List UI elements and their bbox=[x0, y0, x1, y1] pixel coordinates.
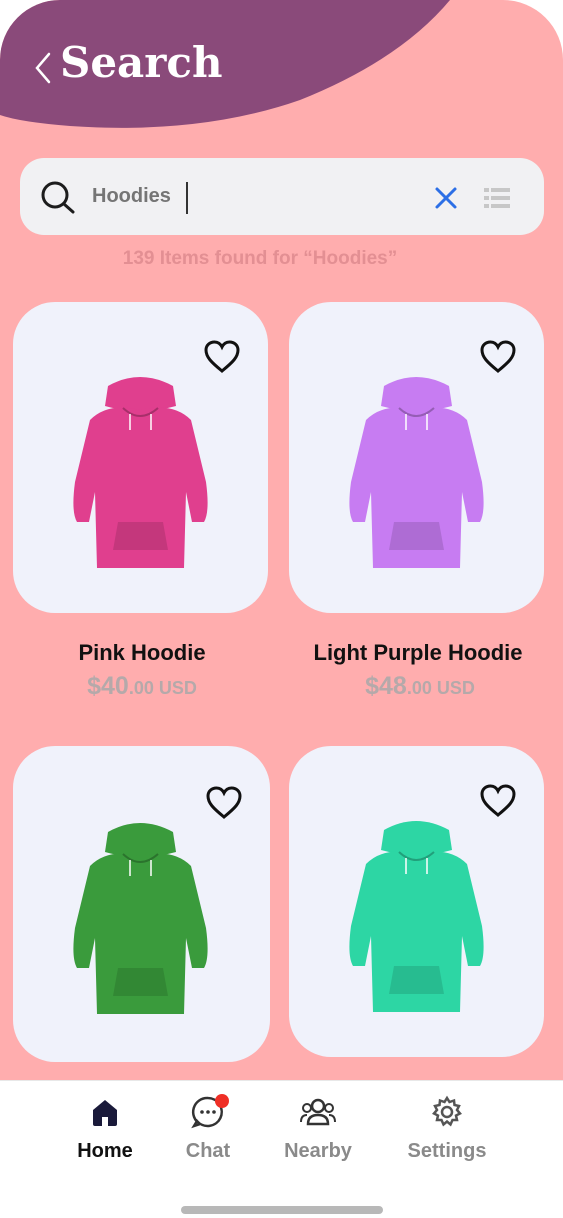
results-summary: 139 Items found for “Hoodies” bbox=[122, 248, 398, 269]
tab-home[interactable]: Home bbox=[55, 1094, 155, 1163]
product-price: $40.00 USD bbox=[87, 672, 197, 700]
product-card[interactable] bbox=[289, 746, 544, 1057]
heart-icon[interactable] bbox=[203, 340, 241, 374]
chevron-left-icon bbox=[35, 52, 51, 84]
product-card[interactable] bbox=[13, 746, 270, 1062]
tab-settings[interactable]: Settings bbox=[397, 1094, 497, 1163]
product-price: $48.00 USD bbox=[365, 672, 475, 700]
heart-icon[interactable] bbox=[205, 786, 243, 820]
product-image bbox=[73, 823, 208, 1014]
product-image bbox=[73, 377, 208, 568]
tab-label: Settings bbox=[407, 1140, 487, 1162]
tab-label: Nearby bbox=[284, 1140, 352, 1162]
back-button[interactable] bbox=[28, 48, 58, 88]
home-icon bbox=[93, 1100, 117, 1126]
gear-icon bbox=[432, 1095, 462, 1127]
notification-badge bbox=[215, 1094, 229, 1108]
heart-icon[interactable] bbox=[479, 784, 517, 818]
product-card[interactable] bbox=[13, 302, 268, 613]
tab-chat[interactable]: Chat bbox=[158, 1094, 258, 1163]
product-image bbox=[349, 821, 484, 1012]
product-name: Pink Hoodie bbox=[78, 640, 206, 665]
tab-label: Home bbox=[77, 1140, 133, 1162]
people-icon bbox=[300, 1098, 336, 1126]
text-cursor bbox=[186, 182, 188, 214]
product-name: Light Purple Hoodie bbox=[313, 640, 523, 665]
clear-icon[interactable] bbox=[432, 184, 460, 212]
page-title: Search bbox=[60, 38, 223, 87]
home-indicator bbox=[181, 1206, 383, 1214]
heart-icon[interactable] bbox=[479, 340, 517, 374]
tab-label: Chat bbox=[185, 1140, 231, 1162]
screen: Search 139 Items found for “Hoodies” bbox=[0, 0, 563, 1080]
product-image bbox=[349, 377, 484, 568]
search-icon bbox=[41, 181, 75, 214]
product-card[interactable] bbox=[289, 302, 544, 613]
search-input[interactable] bbox=[92, 175, 412, 217]
list-view-icon[interactable] bbox=[482, 185, 512, 211]
tab-nearby[interactable]: Nearby bbox=[268, 1094, 368, 1163]
